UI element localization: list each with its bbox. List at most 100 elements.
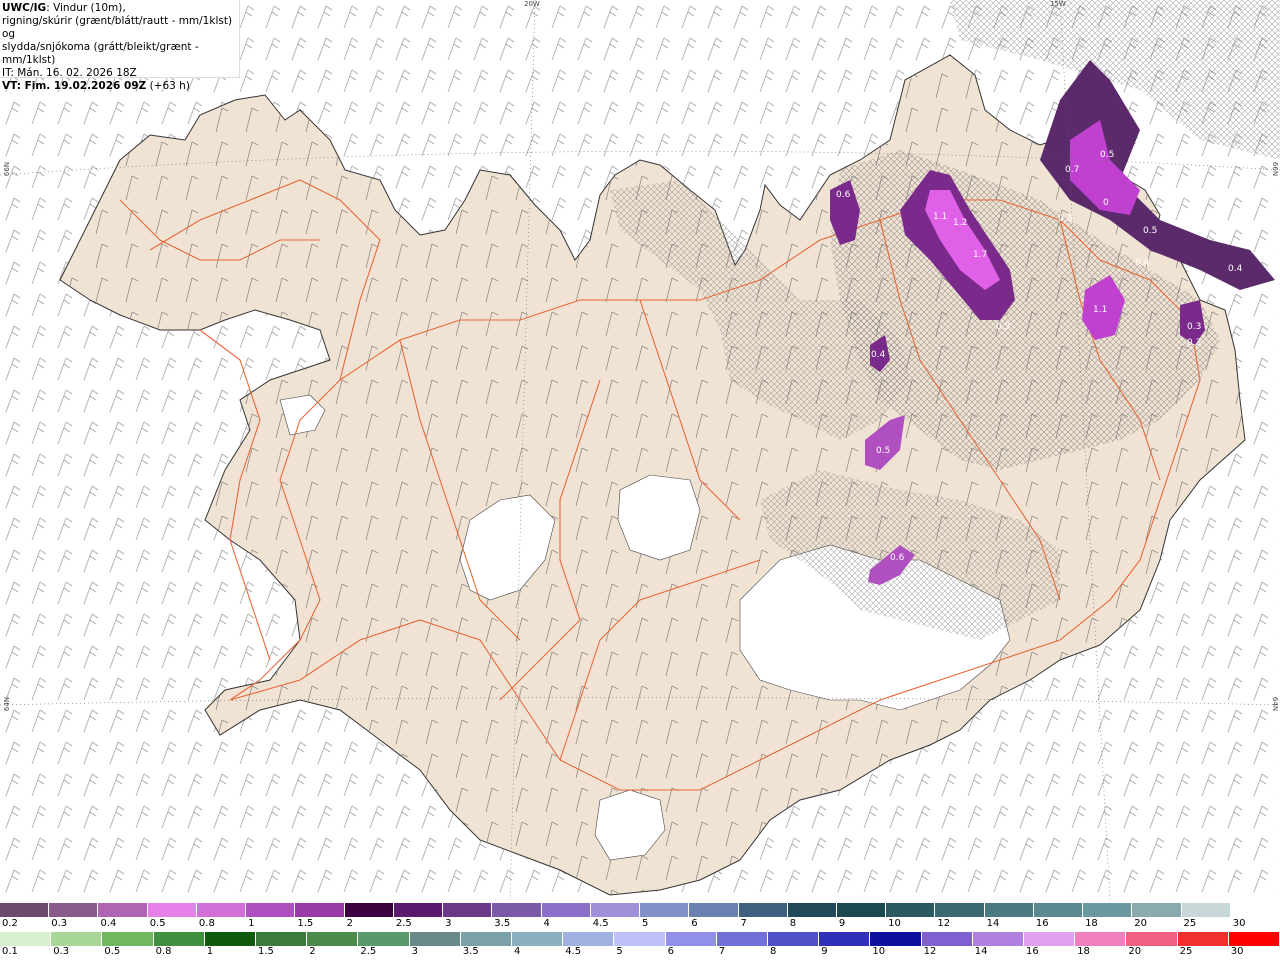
precip-value-label: 1.2	[953, 218, 968, 228]
rain-label: 1.5	[258, 946, 274, 957]
snow-swatch	[0, 903, 50, 917]
rain-label: 30	[1230, 946, 1244, 957]
snow-swatch	[984, 903, 1034, 917]
rain-label: 4	[514, 946, 521, 957]
snow-label: 20	[1134, 918, 1148, 929]
snow-swatch	[393, 903, 444, 917]
snow-swatch	[49, 903, 99, 917]
precip-value-label: 0.4	[1228, 264, 1243, 274]
rain-label: 9	[821, 946, 828, 957]
snow-swatch	[196, 903, 247, 917]
snow-swatch	[787, 903, 837, 917]
rain-swatch	[153, 932, 205, 946]
precip-value-label: 0.4	[1135, 258, 1150, 268]
snow-swatch	[147, 903, 197, 917]
rain-label: 18	[1077, 946, 1090, 957]
rain-label: 5	[616, 946, 623, 957]
rain-label: 3	[411, 946, 418, 957]
map-title-box: UWC/IG: Vindur (10m), rigning/skúrir (gr…	[0, 0, 240, 92]
snow-label: 1	[248, 918, 255, 929]
snow-swatch	[541, 903, 591, 917]
snow-swatch	[935, 903, 985, 917]
snow-label: 4.5	[592, 918, 609, 929]
precip-value-label: 0.3	[1187, 322, 1202, 332]
rain-label: 2.5	[360, 946, 377, 957]
product-name: UWC/IG	[2, 2, 47, 14]
snow-label: 3	[445, 918, 452, 929]
rain-swatch	[409, 932, 461, 946]
rain-swatch	[204, 932, 257, 946]
forecast-hour: (+63 h)	[146, 80, 190, 92]
rain-label: 0.8	[155, 946, 172, 957]
snow-label: 1.5	[297, 918, 314, 929]
snow-label: 7	[740, 918, 747, 929]
precip-value-label: 0.7	[1065, 165, 1080, 175]
precip-value-label: 0.3	[1058, 214, 1073, 224]
weather-map	[0, 0, 1280, 900]
init-time: IT: Mán. 16. 02. 2026 18Z	[2, 67, 137, 79]
snow-swatch	[1181, 903, 1231, 917]
precip-value-label: 1.1	[933, 212, 948, 222]
rain-swatch	[870, 932, 922, 946]
rain-label: 7	[718, 946, 726, 957]
snow-label: 18	[1085, 918, 1098, 929]
snow-label: 14	[986, 918, 1000, 929]
snow-swatch	[98, 903, 148, 917]
snow-label: 0.2	[2, 918, 18, 929]
precip-value-label: 1.7	[973, 250, 988, 260]
snow-swatch	[886, 903, 936, 917]
snow-label: 0.4	[100, 918, 117, 929]
rain-swatch	[307, 932, 359, 946]
title-line2: rigning/skúrir (grænt/blátt/rautt - mm/1…	[2, 15, 233, 40]
lon-label-20w: 20W	[524, 0, 540, 8]
rain-label: 3.5	[462, 946, 479, 957]
snow-label: 0.8	[198, 918, 215, 929]
rain-swatch	[1075, 932, 1127, 946]
snow-label: 12	[937, 918, 951, 929]
rain-swatch	[51, 932, 103, 946]
rain-swatch	[614, 932, 666, 946]
snow-scale-labels: 0.2 0.3 0.4 0.5 0.8 1 1.5 2 2.5 3 3.5 4 4.5 5 6 7 8 9 10 12…	[0, 918, 1280, 932]
rain-swatch	[921, 932, 973, 946]
rain-label: 25	[1179, 946, 1193, 957]
snow-swatch	[590, 903, 641, 917]
valid-time: VT: Fim. 19.02.2026 09Z	[2, 80, 147, 92]
snow-swatch	[689, 903, 739, 917]
precip-value-label: 0.5	[1143, 226, 1158, 236]
rain-swatch	[102, 932, 154, 946]
snow-swatch	[1230, 903, 1280, 917]
rain-label: 20	[1128, 946, 1142, 957]
precip-value-label: 1.1	[1093, 305, 1108, 315]
snow-label: 0.5	[149, 918, 166, 929]
rain-label: 0.1	[2, 946, 18, 957]
precip-value-label: 0.3	[996, 322, 1011, 332]
rain-swatch	[358, 932, 410, 946]
snow-color-scale	[0, 903, 1280, 917]
snow-label: 2	[346, 918, 353, 929]
snow-swatch	[1033, 903, 1084, 917]
snow-label: 25	[1183, 918, 1197, 929]
rain-swatch	[665, 932, 717, 946]
precip-value-label: 0.4	[871, 350, 886, 360]
rain-swatch	[256, 932, 308, 946]
rain-swatch	[1228, 932, 1280, 946]
rain-swatch	[1024, 932, 1076, 946]
rain-swatch	[1126, 932, 1178, 946]
snow-label: 30	[1232, 918, 1246, 929]
snow-swatch	[295, 903, 345, 917]
rain-swatch	[768, 932, 820, 946]
snow-swatch	[1132, 903, 1182, 917]
rain-swatch	[563, 932, 615, 946]
snow-label: 4	[543, 918, 550, 929]
snow-swatch	[1083, 903, 1133, 917]
rain-label: 8	[770, 946, 777, 957]
snow-swatch	[443, 903, 493, 917]
rain-label: 14	[974, 946, 988, 957]
snow-label: 16	[1035, 918, 1049, 929]
rain-swatch	[716, 932, 769, 946]
snow-label: 10	[888, 918, 901, 929]
rain-swatch	[819, 932, 871, 946]
snow-label: 6	[691, 918, 698, 929]
precip-value-label: 0.6	[836, 190, 851, 200]
rain-label: 4.5	[565, 946, 582, 957]
